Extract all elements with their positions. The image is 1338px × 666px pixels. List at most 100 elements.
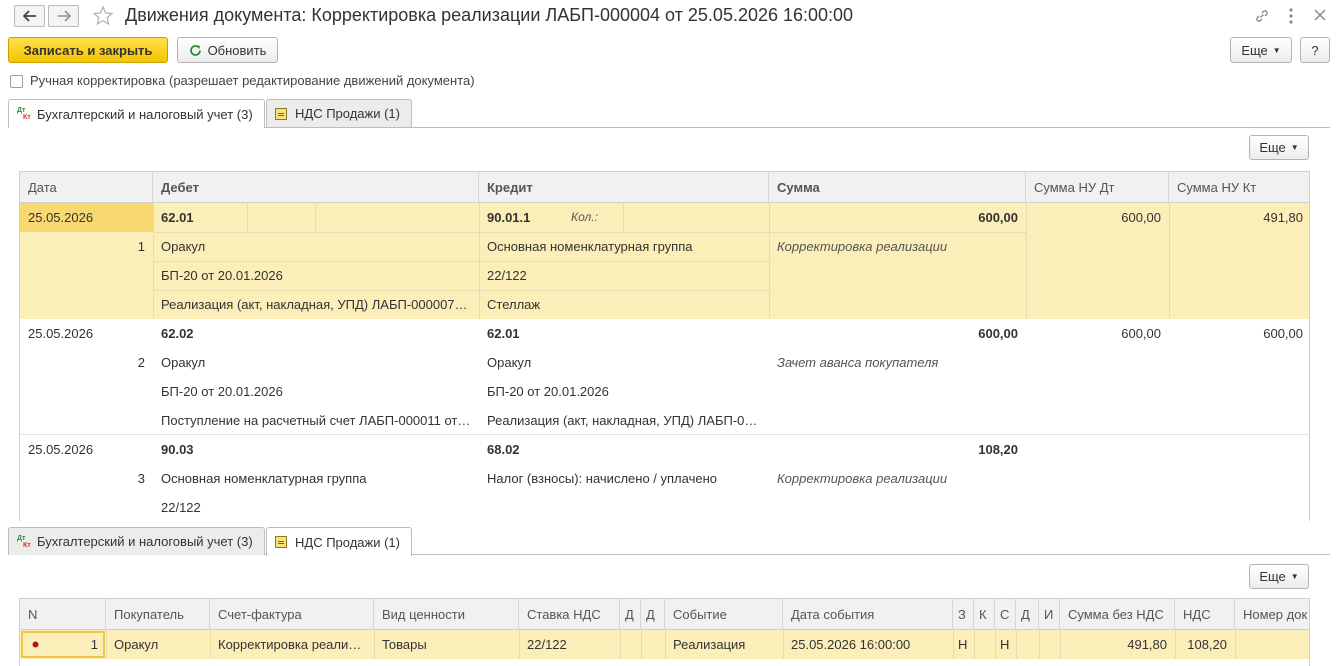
- col-s[interactable]: С: [995, 599, 1016, 629]
- col-debit[interactable]: Дебет: [153, 172, 479, 202]
- forward-button[interactable]: [48, 5, 79, 27]
- col-d1[interactable]: Д: [620, 599, 641, 629]
- back-button[interactable]: [14, 5, 45, 27]
- page-title: Движения документа: Корректировка реализ…: [125, 5, 854, 25]
- tab-accounting[interactable]: Дт Кт Бухгалтерский и налоговый учет (3): [8, 99, 265, 128]
- row3-sum[interactable]: 108,20: [769, 435, 1026, 464]
- tab-accounting-lower[interactable]: Дт Кт Бухгалтерский и налоговый учет (3): [8, 527, 265, 555]
- row3-credit-subconto1[interactable]: Налог (взносы): начислено / уплачено: [479, 464, 769, 493]
- col-k[interactable]: К: [974, 599, 995, 629]
- col-i[interactable]: И: [1039, 599, 1060, 629]
- dt-kt-icon: Дт Кт: [17, 534, 31, 549]
- col-n[interactable]: N: [20, 599, 106, 629]
- caret-down-icon: ▼: [1290, 572, 1299, 581]
- star-icon[interactable]: [92, 5, 114, 27]
- caret-down-icon: ▼: [1290, 143, 1299, 152]
- nds-row-event-date[interactable]: 25.05.2026 16:00:00: [783, 630, 953, 659]
- row2-content[interactable]: Зачет аванса покупателя: [769, 348, 1026, 377]
- col-sum-no-vat[interactable]: Сумма без НДС: [1060, 599, 1175, 629]
- row1-credit-subconto3[interactable]: Стеллаж: [479, 290, 769, 319]
- accounting-table[interactable]: Дата Дебет Кредит Сумма Сумма НУ Дт Сумм…: [19, 171, 1310, 521]
- manual-correction-label: Ручная корректировка (разрешает редактир…: [30, 73, 475, 88]
- row1-number: 1: [137, 239, 145, 254]
- nds-row-s[interactable]: Н: [995, 630, 1016, 659]
- nds-more-button[interactable]: Еще ▼: [1249, 564, 1309, 589]
- col-doc-number[interactable]: Номер док: [1235, 599, 1309, 629]
- vertical-dots-icon[interactable]: [1288, 7, 1294, 25]
- col-vat-rate[interactable]: Ставка НДС: [519, 599, 620, 629]
- row1-debit-subconto2[interactable]: БП-20 от 20.01.2026: [153, 261, 479, 290]
- row1-sum[interactable]: 600,00: [769, 203, 1026, 232]
- tab-nds-sales[interactable]: НДС Продажи (1): [266, 99, 412, 127]
- row2-debit-account[interactable]: 62.02: [153, 319, 479, 348]
- tab-nds-sales-lower[interactable]: НДС Продажи (1): [266, 527, 412, 556]
- row2-debit-subconto3[interactable]: Поступление на расчетный счет ЛАБП-00001…: [153, 406, 479, 435]
- col-event[interactable]: Событие: [665, 599, 783, 629]
- manual-correction-checkbox[interactable]: [10, 75, 23, 88]
- row3-date: 25.05.2026: [28, 442, 94, 457]
- col-sum[interactable]: Сумма: [769, 172, 1026, 202]
- row1-credit-subconto2[interactable]: 22/122: [479, 261, 769, 290]
- row3-credit-account[interactable]: 68.02: [479, 435, 769, 464]
- nds-row-value-type[interactable]: Товары: [374, 630, 519, 659]
- row3-debit-subconto2[interactable]: 22/122: [153, 493, 479, 521]
- col-invoice[interactable]: Счет-фактура: [210, 599, 374, 629]
- nds-row-sum-no-vat[interactable]: 491,80: [1060, 630, 1175, 659]
- col-sum-nu-dt[interactable]: Сумма НУ Дт: [1026, 172, 1169, 202]
- dt-kt-icon: Дт Кт: [17, 107, 31, 121]
- nds-sales-table[interactable]: N Покупатель Счет-фактура Вид ценности С…: [19, 598, 1310, 666]
- refresh-button[interactable]: Обновить: [177, 37, 278, 63]
- refresh-icon: [189, 44, 201, 56]
- nds-row-invoice[interactable]: Корректировка реализации ЛАБП-000004: [210, 630, 374, 659]
- col-z[interactable]: З: [953, 599, 974, 629]
- save-and-close-button[interactable]: Записать и закрыть: [8, 37, 168, 63]
- row1-sum-nu-kt[interactable]: 491,80: [1169, 203, 1309, 232]
- col-credit[interactable]: Кредит: [479, 172, 769, 202]
- row2-date: 25.05.2026: [28, 326, 94, 341]
- row3-number: 3: [137, 471, 145, 486]
- nds-row-buyer[interactable]: Оракул: [106, 630, 210, 659]
- row3-content[interactable]: Корректировка реализации: [769, 464, 1026, 493]
- row2-credit-subconto2[interactable]: БП-20 от 20.01.2026: [479, 377, 769, 406]
- row2-credit-subconto3[interactable]: Реализация (акт, накладная, УПД) ЛАБП-00…: [479, 406, 769, 435]
- nds-row-number: 1: [90, 637, 98, 652]
- row2-sum-nu-dt[interactable]: 600,00: [1026, 319, 1169, 348]
- col-d2[interactable]: Д: [641, 599, 665, 629]
- row1-debit-subconto1[interactable]: Оракул: [153, 232, 479, 261]
- caret-down-icon: ▼: [1272, 45, 1281, 55]
- row1-debit-subconto3[interactable]: Реализация (акт, накладная, УПД) ЛАБП-00…: [153, 290, 479, 319]
- accounting-more-button[interactable]: Еще ▼: [1249, 135, 1309, 160]
- row1-sum-nu-dt[interactable]: 600,00: [1026, 203, 1169, 232]
- col-buyer[interactable]: Покупатель: [106, 599, 210, 629]
- row2-credit-subconto1[interactable]: Оракул: [479, 348, 769, 377]
- col-value-type[interactable]: Вид ценности: [374, 599, 519, 629]
- nds-row-z[interactable]: Н: [953, 630, 974, 659]
- col-event-date[interactable]: Дата события: [783, 599, 953, 629]
- nds-row-vat[interactable]: 108,20: [1175, 630, 1235, 659]
- row2-sum-nu-kt[interactable]: 600,00: [1169, 319, 1309, 348]
- row3-debit-subconto1[interactable]: Основная номенклатурная группа: [153, 464, 479, 493]
- col-d3[interactable]: Д: [1016, 599, 1039, 629]
- row2-credit-account[interactable]: 62.01: [479, 319, 769, 348]
- col-vat[interactable]: НДС: [1175, 599, 1235, 629]
- nds-row-vat-rate[interactable]: 22/122: [519, 630, 620, 659]
- row1-content[interactable]: Корректировка реализации: [769, 232, 1026, 261]
- row2-debit-subconto1[interactable]: Оракул: [153, 348, 479, 377]
- more-button[interactable]: Еще ▼: [1230, 37, 1292, 63]
- link-icon[interactable]: [1254, 8, 1270, 24]
- col-sum-nu-kt[interactable]: Сумма НУ Кт: [1169, 172, 1309, 202]
- row1-credit-account[interactable]: 90.01.1: [479, 203, 563, 232]
- row2-debit-subconto2[interactable]: БП-20 от 20.01.2026: [153, 377, 479, 406]
- register-icon: [275, 107, 287, 120]
- help-button[interactable]: ?: [1300, 37, 1330, 63]
- row1-debit-account[interactable]: 62.01: [153, 203, 247, 232]
- close-icon[interactable]: [1314, 9, 1326, 21]
- row2-sum[interactable]: 600,00: [769, 319, 1026, 348]
- col-date[interactable]: Дата: [20, 172, 153, 202]
- arrow-right-icon: [57, 10, 71, 22]
- row1-credit-qty-label: Кол.:: [571, 210, 598, 224]
- row3-debit-account[interactable]: 90.03: [153, 435, 479, 464]
- register-icon: [275, 536, 287, 548]
- row1-credit-subconto1[interactable]: Основная номенклатурная группа: [479, 232, 769, 261]
- nds-row-event[interactable]: Реализация: [665, 630, 783, 659]
